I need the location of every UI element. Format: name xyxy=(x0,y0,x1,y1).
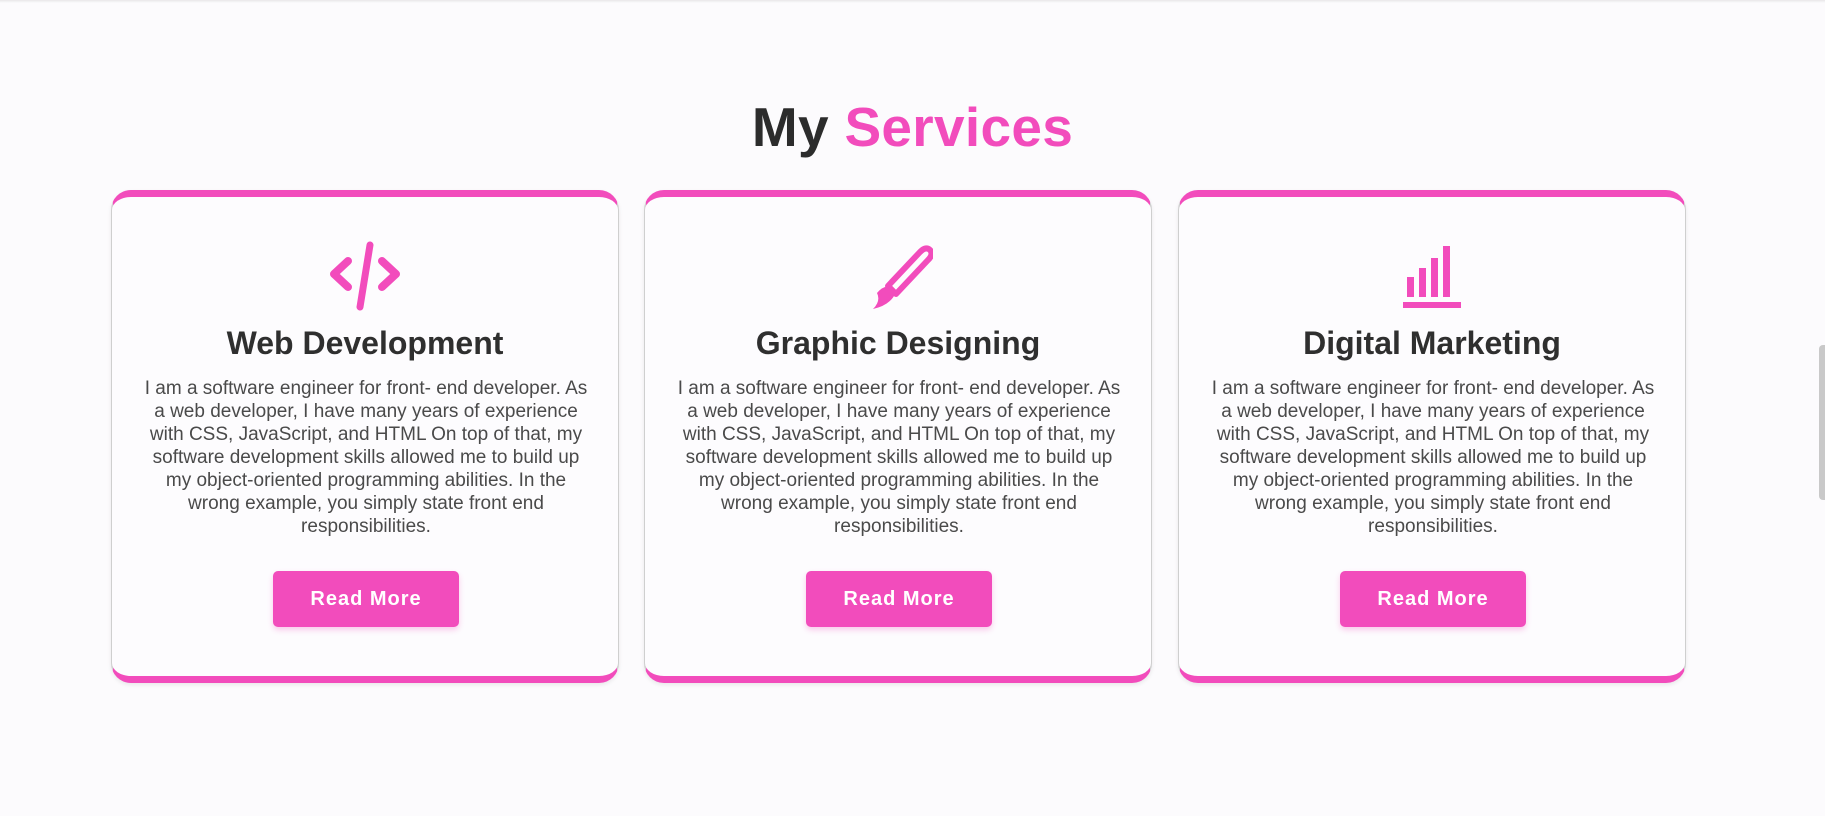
service-title: Digital Marketing xyxy=(1303,325,1561,361)
service-description: I am a software engineer for front- end … xyxy=(144,378,588,537)
section-title: My Services xyxy=(0,95,1825,159)
bar-chart-icon xyxy=(1403,246,1461,308)
scrollbar-thumb[interactable] xyxy=(1819,345,1825,500)
read-more-button[interactable]: Read More xyxy=(273,571,459,627)
service-title: Web Development xyxy=(226,325,504,361)
paint-brush-icon xyxy=(873,245,933,309)
section-title-first-word: My xyxy=(751,95,829,158)
header-shadow xyxy=(0,0,1825,3)
service-card-digital-marketing: Digital Marketing I am a software engine… xyxy=(1178,190,1686,683)
service-card-web-development: Web Development I am a software engineer… xyxy=(111,190,619,683)
service-title: Graphic Designing xyxy=(755,325,1041,361)
service-description: I am a software engineer for front- end … xyxy=(1211,378,1655,537)
code-icon xyxy=(330,241,400,311)
read-more-button[interactable]: Read More xyxy=(806,571,992,627)
service-card-graphic-designing: Graphic Designing I am a software engine… xyxy=(644,190,1152,683)
service-description: I am a software engineer for front- end … xyxy=(677,378,1121,537)
read-more-button[interactable]: Read More xyxy=(1340,571,1526,627)
services-card-grid: Web Development I am a software engineer… xyxy=(111,190,1686,683)
section-title-accent-word: Services xyxy=(844,95,1074,158)
services-page: My Services Web Development I am a softw… xyxy=(0,0,1825,816)
